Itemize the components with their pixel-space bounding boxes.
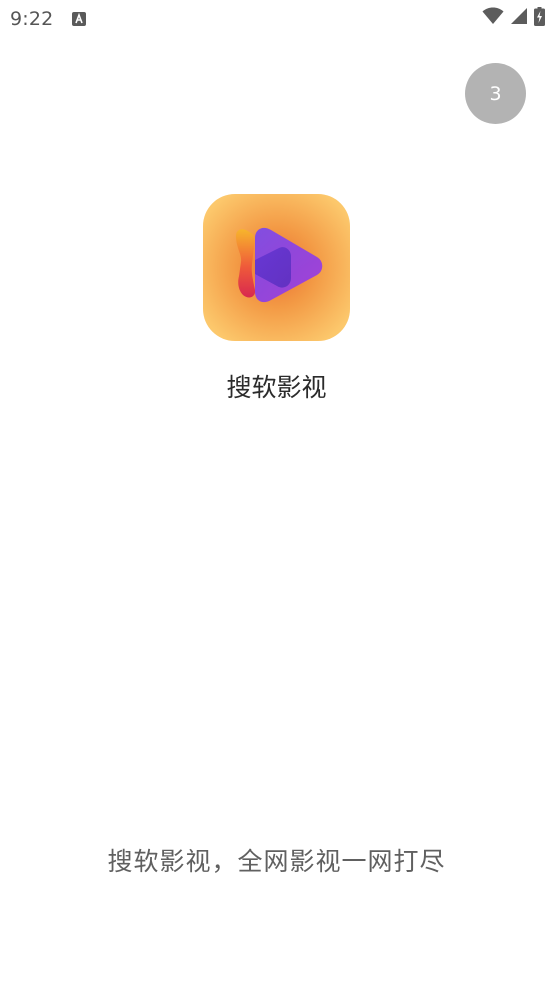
status-icons (482, 6, 545, 30)
a-letter-icon (72, 11, 86, 26)
status-bar: 9:22 (0, 0, 553, 38)
battery-charging-icon (534, 6, 545, 30)
wifi-icon (482, 7, 504, 29)
slogan-text: 搜软影视，全网影视一网打尽 (107, 847, 446, 876)
status-time: 9:22 (10, 8, 54, 30)
skip-countdown-button[interactable]: 3 (465, 63, 526, 124)
app-name: 搜软影视 (226, 373, 327, 402)
signal-icon (510, 7, 528, 29)
app-logo-icon (203, 194, 350, 341)
